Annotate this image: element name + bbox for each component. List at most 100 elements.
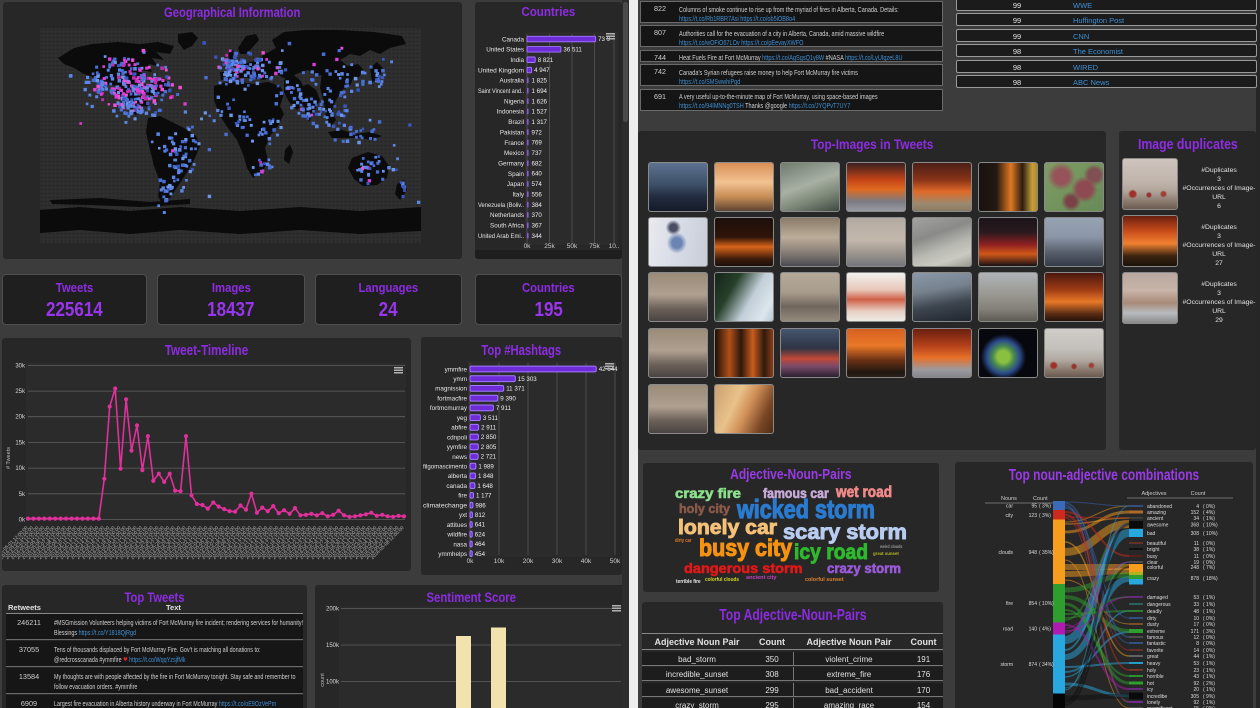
svg-text:abfire: abfire [451,425,467,432]
svg-text:crazy: crazy [1147,576,1159,582]
svg-text:948: 948 [1029,550,1038,556]
svg-text:95: 95 [1031,504,1037,510]
svg-text:dangerous: dangerous [1147,602,1171,608]
svg-text:2 721: 2 721 [481,454,497,461]
svg-text:climatechange: climatechange [423,502,468,509]
svg-text:yxt: yxt [459,512,467,519]
svg-text:53: 53 [1193,595,1199,601]
svg-text:986: 986 [475,502,486,509]
svg-text:0k: 0k [467,558,475,565]
svg-text:( 34%): ( 34%) [1039,662,1054,668]
svg-text:fantastic: fantastic [1147,641,1166,647]
svg-text:fortmacfire: fortmacfire [437,396,467,403]
svg-text:( 1%): ( 1%) [1203,687,1215,693]
svg-text:canada: canada [446,483,467,490]
svg-text:# Tweets: # Tweets [6,447,12,469]
svg-text:( 1%): ( 1%) [1203,609,1215,615]
svg-text:Italy: Italy [512,192,524,199]
svg-text:556: 556 [532,191,543,198]
svg-text:Adjectives: Adjectives [1141,491,1166,497]
svg-text:( 0%): ( 0%) [1203,622,1215,628]
svg-text:United Kingdom: United Kingdom [478,67,524,74]
svg-text:( 1%): ( 1%) [1203,661,1215,667]
svg-text:344: 344 [532,233,543,240]
svg-text:100k: 100k [326,680,340,686]
svg-text:Germany: Germany [498,161,525,168]
svg-text:737: 737 [532,150,543,157]
svg-text:464: 464 [475,541,486,548]
svg-text:682: 682 [532,160,543,167]
svg-text:150k: 150k [326,643,340,649]
svg-text:5k: 5k [19,492,26,498]
svg-text:20k: 20k [523,558,534,565]
svg-text:road: road [1003,627,1013,633]
svg-text:1 694: 1 694 [532,88,548,95]
svg-text:75k: 75k [589,243,600,250]
svg-text:news: news [452,454,467,461]
svg-text:( 1%): ( 1%) [1203,602,1215,608]
svg-text:bad: bad [1147,531,1156,537]
svg-text:Saint Vincent and..: Saint Vincent and.. [478,88,524,95]
svg-text:( 0%): ( 0%) [1203,641,1215,647]
svg-text:bright: bright [1147,547,1160,553]
svg-text:123: 123 [1029,513,1038,519]
svg-text:( 18%): ( 18%) [1203,576,1218,582]
svg-text:clouds: clouds [999,550,1014,556]
svg-text:( 4%): ( 4%) [1039,627,1051,633]
svg-text:city: city [1006,513,1014,519]
svg-text:40k: 40k [581,558,592,565]
svg-text:10k: 10k [15,466,26,472]
svg-text:( 1%): ( 1%) [1203,516,1215,522]
svg-text:30k: 30k [15,363,26,369]
svg-text:50k: 50k [610,558,621,565]
svg-text:1 626: 1 626 [532,98,548,105]
svg-text:Count: Count [1033,496,1048,502]
svg-text:wildfire: wildfire [446,532,467,539]
svg-text:0k: 0k [524,243,532,250]
svg-text:15 303: 15 303 [518,376,537,383]
svg-text:car: car [1006,504,1013,510]
svg-text:17: 17 [1193,622,1199,628]
svg-text:454: 454 [475,551,486,558]
svg-text:15k: 15k [15,440,26,446]
svg-text:640: 640 [532,171,543,178]
svg-text:Nouns: Nouns [1001,496,1017,502]
svg-text:( 3%): ( 3%) [1039,504,1051,510]
svg-text:South Africa: South Africa [490,223,524,230]
svg-text:fire: fire [458,493,467,500]
svg-text:854: 854 [1029,601,1038,607]
svg-text:384: 384 [532,202,543,209]
svg-text:Japan: Japan [507,181,525,188]
svg-text:2 805: 2 805 [481,444,497,451]
svg-text:( 10%): ( 10%) [1203,531,1218,537]
svg-text:( 35%): ( 35%) [1039,550,1054,556]
svg-text:Canada: Canada [502,36,525,43]
svg-text:cdnpoli: cdnpoli [447,434,467,441]
svg-text:( 3%): ( 3%) [1039,513,1051,519]
svg-text:( 1%): ( 1%) [1203,547,1215,553]
svg-text:769: 769 [532,140,543,147]
svg-text:attitues: attitues [447,522,467,529]
svg-text:20k: 20k [15,415,26,421]
svg-text:India: India [510,57,524,64]
svg-text:38: 38 [1193,547,1199,553]
svg-text:367: 367 [532,223,543,230]
svg-text:1 848: 1 848 [478,473,494,480]
svg-text:8 821: 8 821 [538,57,554,64]
svg-text:248: 248 [1191,565,1200,571]
svg-text:1 648: 1 648 [477,483,493,490]
svg-text:nasa: nasa [453,541,467,548]
svg-text:43: 43 [1193,674,1199,680]
svg-text:alberta: alberta [448,473,468,480]
svg-text:dusty: dusty [1147,622,1159,628]
svg-text:33: 33 [1193,602,1199,608]
svg-text:Netherlands: Netherlands [490,212,524,219]
svg-text:368: 368 [1191,522,1200,528]
svg-text:140: 140 [1029,627,1038,633]
svg-text:Pakistan: Pakistan [500,129,525,136]
svg-text:574: 574 [532,181,543,188]
svg-text:fortmcmurray: fortmcmurray [430,405,468,412]
svg-text:10k: 10k [494,558,505,565]
svg-text:1 527: 1 527 [532,109,548,116]
svg-text:641: 641 [475,522,486,529]
